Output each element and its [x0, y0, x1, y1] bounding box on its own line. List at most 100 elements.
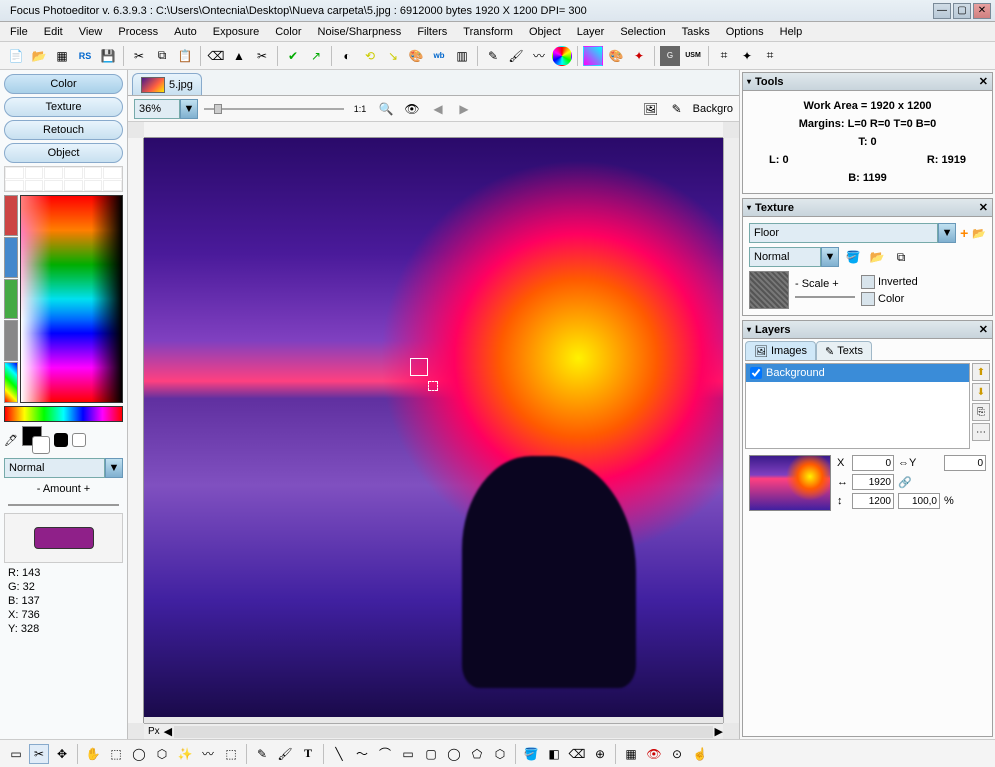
layer-visible-checkbox[interactable]: [750, 367, 762, 379]
zoom-fit-icon[interactable]: 🔍: [376, 99, 396, 119]
duplicate-layer-icon[interactable]: ⎘: [972, 403, 990, 421]
pill-retouch[interactable]: Retouch: [4, 120, 123, 140]
eye-icon[interactable]: 👁: [402, 99, 422, 119]
smudge-icon[interactable]: ☝: [690, 744, 710, 764]
crop-tool-icon[interactable]: ✂: [29, 744, 49, 764]
brush-tool-icon[interactable]: 🖌: [275, 744, 295, 764]
menu-exposure[interactable]: Exposure: [207, 24, 265, 40]
mini-swatches[interactable]: [4, 195, 18, 403]
hue-icon[interactable]: 🎨: [406, 46, 426, 66]
rounded-rect-icon[interactable]: ▢: [421, 744, 441, 764]
curves-icon[interactable]: ↗: [306, 46, 326, 66]
crop-icon[interactable]: ✂: [252, 46, 272, 66]
gray-icon[interactable]: G: [660, 46, 680, 66]
eraser-icon[interactable]: ⌫: [567, 744, 587, 764]
color-checkbox[interactable]: Color: [861, 292, 918, 306]
pill-color[interactable]: Color: [4, 74, 123, 94]
texture-mode-dropdown[interactable]: Normal ▼: [749, 247, 839, 267]
texture-preset-dropdown[interactable]: Floor ▼: [749, 223, 956, 243]
polygon-icon[interactable]: ⬡: [490, 744, 510, 764]
menu-options[interactable]: Options: [720, 24, 770, 40]
menu-edit[interactable]: Edit: [38, 24, 69, 40]
eyedropper-icon[interactable]: 🖊: [4, 434, 18, 447]
menu-layer[interactable]: Layer: [571, 24, 611, 40]
polygon-lasso-icon[interactable]: ⬡: [152, 744, 172, 764]
clone-icon[interactable]: ⊕: [590, 744, 610, 764]
curve-line-icon[interactable]: 〜: [352, 744, 372, 764]
x-input[interactable]: [852, 455, 894, 471]
inverted-checkbox[interactable]: Inverted: [861, 275, 918, 289]
menu-file[interactable]: File: [4, 24, 34, 40]
grid-icon[interactable]: ⌗: [714, 46, 734, 66]
scrollbar-vertical[interactable]: [723, 138, 739, 723]
scroll-left-icon[interactable]: ◀: [164, 725, 172, 738]
zoom-dropdown[interactable]: 36% ▼: [134, 99, 198, 119]
scrollbar-horizontal[interactable]: Px ◀ ▶: [144, 723, 723, 739]
open-file-icon[interactable]: 📂: [29, 46, 49, 66]
zoom-slider[interactable]: [204, 102, 344, 116]
rotate-right-icon[interactable]: ↘: [383, 46, 403, 66]
menu-selection[interactable]: Selection: [614, 24, 671, 40]
move-icon[interactable]: ✥: [52, 744, 72, 764]
pentagon-icon[interactable]: ⬠: [467, 744, 487, 764]
marquee-icon[interactable]: ⬚: [106, 744, 126, 764]
nav-prev-icon[interactable]: ◀: [428, 99, 448, 119]
w-input[interactable]: [852, 474, 894, 490]
move-down-icon[interactable]: ⬇: [972, 383, 990, 401]
menu-color[interactable]: Color: [269, 24, 307, 40]
ruler-vertical[interactable]: [128, 138, 144, 723]
collapse-icon[interactable]: ▾: [747, 325, 751, 334]
zoom-11-icon[interactable]: 1:1: [350, 99, 370, 119]
ruler-horizontal[interactable]: [144, 122, 723, 138]
add-icon[interactable]: +: [960, 225, 968, 241]
wb-icon[interactable]: wb: [429, 46, 449, 66]
edit-mode-icon[interactable]: ✎: [667, 99, 687, 119]
selection-marker[interactable]: [410, 358, 428, 376]
scale-slider[interactable]: [795, 292, 855, 302]
text-tool-icon[interactable]: T: [298, 744, 318, 764]
link-icon[interactable]: 🔗: [898, 476, 940, 489]
menu-object[interactable]: Object: [523, 24, 567, 40]
grid2-icon[interactable]: ⌗: [760, 46, 780, 66]
swatch-grid[interactable]: [4, 166, 123, 192]
palette-icon[interactable]: 🎨: [606, 46, 626, 66]
pill-object[interactable]: Object: [4, 143, 123, 163]
pen-icon[interactable]: ✎: [483, 46, 503, 66]
undo-icon[interactable]: ⌫: [206, 46, 226, 66]
close-panel-icon[interactable]: ✕: [979, 201, 988, 214]
thumbnail-icon[interactable]: ▦: [52, 46, 72, 66]
close-panel-icon[interactable]: ✕: [979, 323, 988, 336]
document-tab[interactable]: 5.jpg: [132, 73, 202, 95]
brush-icon[interactable]: 🖌: [506, 46, 526, 66]
pen-tool-icon[interactable]: ✎: [252, 744, 272, 764]
star-icon[interactable]: ✦: [629, 46, 649, 66]
gradient-tool-icon[interactable]: ◧: [544, 744, 564, 764]
blend-mode-dropdown[interactable]: Normal ▼: [4, 458, 123, 478]
menu-tasks[interactable]: Tasks: [676, 24, 716, 40]
redeye-icon[interactable]: 👁: [644, 744, 664, 764]
lasso-icon[interactable]: ◯: [129, 744, 149, 764]
amount-slider[interactable]: [4, 500, 123, 510]
opacity-input[interactable]: [898, 493, 940, 509]
menu-auto[interactable]: Auto: [168, 24, 203, 40]
sparkle-icon[interactable]: ✦: [737, 46, 757, 66]
new-file-icon[interactable]: 📄: [6, 46, 26, 66]
chevron-down-icon[interactable]: ▼: [180, 99, 198, 119]
collapse-icon[interactable]: ▾: [747, 77, 751, 86]
scroll-right-icon[interactable]: ▶: [715, 725, 723, 738]
flip-h-icon[interactable]: ▲: [229, 46, 249, 66]
bucket-icon[interactable]: 🪣: [843, 247, 863, 267]
collapse-icon[interactable]: ▾: [747, 203, 751, 212]
h-input[interactable]: [852, 493, 894, 509]
pill-texture[interactable]: Texture: [4, 97, 123, 117]
close-button[interactable]: ✕: [973, 3, 991, 19]
rect-tool-icon[interactable]: ▭: [398, 744, 418, 764]
minimize-button[interactable]: —: [933, 3, 951, 19]
fill-icon[interactable]: 🪣: [521, 744, 541, 764]
stamp-icon[interactable]: ⊙: [667, 744, 687, 764]
close-panel-icon[interactable]: ✕: [979, 75, 988, 88]
invert-icon[interactable]: ◐: [337, 46, 357, 66]
white-swatch[interactable]: [72, 433, 86, 447]
chevron-down-icon[interactable]: ▼: [821, 247, 839, 267]
pointer-icon[interactable]: ▭: [6, 744, 26, 764]
